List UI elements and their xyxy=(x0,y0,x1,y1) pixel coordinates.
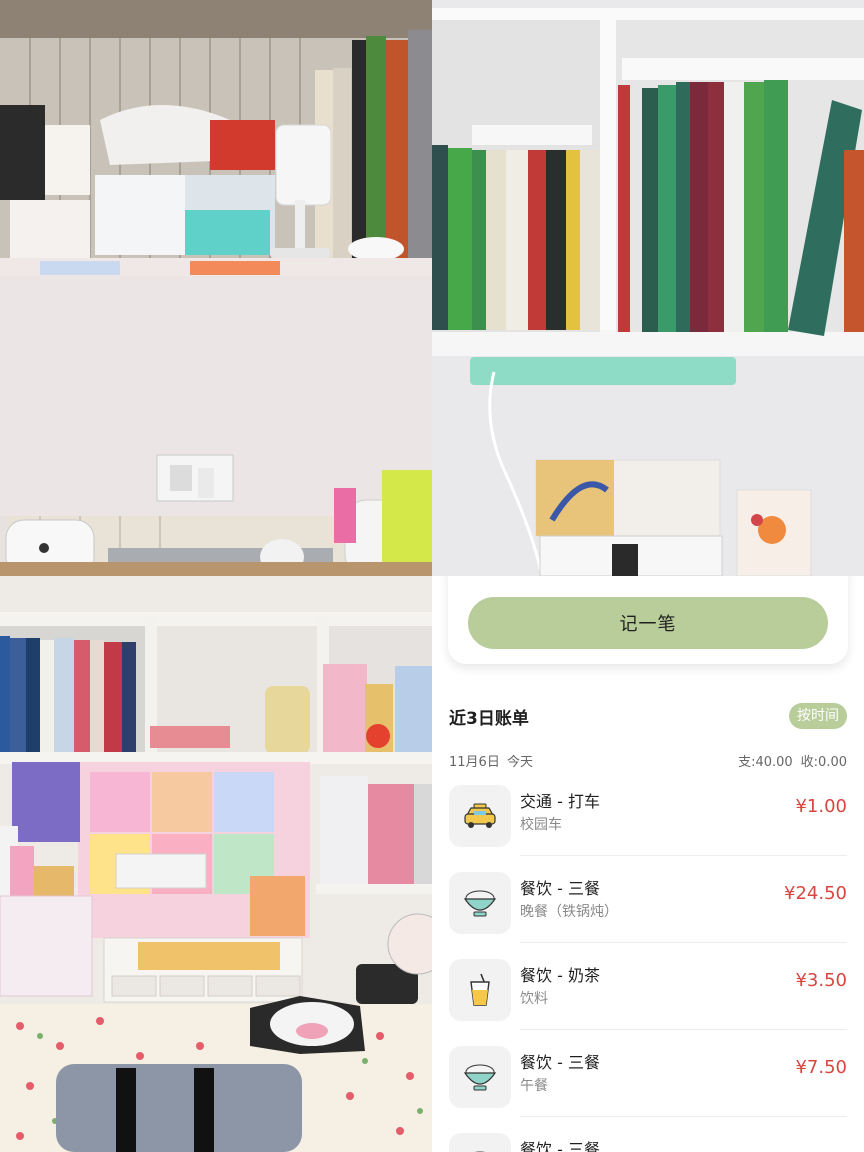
day-summary-row: 11月6日 今天 支:40.00 收:0.00 xyxy=(449,751,847,770)
transaction-category: 交通 - 打车 xyxy=(520,792,600,811)
transaction-category: 餐饮 - 奶茶 xyxy=(520,966,600,985)
taxi-icon xyxy=(449,785,511,847)
sort-by-time-button[interactable]: 按时间 xyxy=(789,703,847,729)
record-entry-button[interactable]: 记一笔 xyxy=(468,597,828,649)
transaction-note: 校园车 xyxy=(520,817,562,833)
rice-bowl-icon xyxy=(449,1046,511,1108)
transaction-row[interactable]: 交通 - 打车 校园车 ¥1.00 xyxy=(449,768,847,856)
transaction-amount: ¥3.50 xyxy=(795,970,847,991)
drink-cup-icon xyxy=(449,959,511,1021)
transaction-row[interactable]: 餐饮 - 三餐 晚餐（铁锅炖） ¥24.50 xyxy=(449,855,847,943)
bookkeeping-app-panel: 记一笔 近3日账单 按时间 11月6日 今天 支:40.00 收:0.00 交通 … xyxy=(432,576,864,1152)
transaction-note: 晚餐（铁锅炖） xyxy=(520,904,618,920)
transaction-row[interactable]: 餐饮 - 奶茶 饮料 ¥3.50 xyxy=(449,942,847,1030)
transaction-amount: ¥1.00 xyxy=(795,796,847,817)
transaction-category: 餐饮 - 三餐 xyxy=(520,879,600,898)
transaction-row[interactable]: 餐饮 - 三餐 午餐 ¥7.50 xyxy=(449,1029,847,1117)
photo-shelf-supplies xyxy=(0,0,432,576)
transaction-amount: ¥24.50 xyxy=(784,883,847,904)
transaction-note: 午餐 xyxy=(520,1078,548,1094)
transaction-amount: ¥7.50 xyxy=(795,1057,847,1078)
transaction-row[interactable]: 餐饮 - 三餐 xyxy=(449,1116,847,1152)
section-title: 近3日账单 xyxy=(449,709,529,729)
rice-bowl-icon xyxy=(449,1133,511,1152)
transaction-category: 餐饮 - 三餐 xyxy=(520,1140,600,1152)
photo-desk-collage xyxy=(0,576,432,1152)
transaction-category: 餐饮 - 三餐 xyxy=(520,1053,600,1072)
photo-bookshelf xyxy=(432,0,864,576)
transaction-note: 饮料 xyxy=(520,991,548,1007)
rice-bowl-icon xyxy=(449,872,511,934)
record-card: 记一笔 xyxy=(448,576,848,664)
